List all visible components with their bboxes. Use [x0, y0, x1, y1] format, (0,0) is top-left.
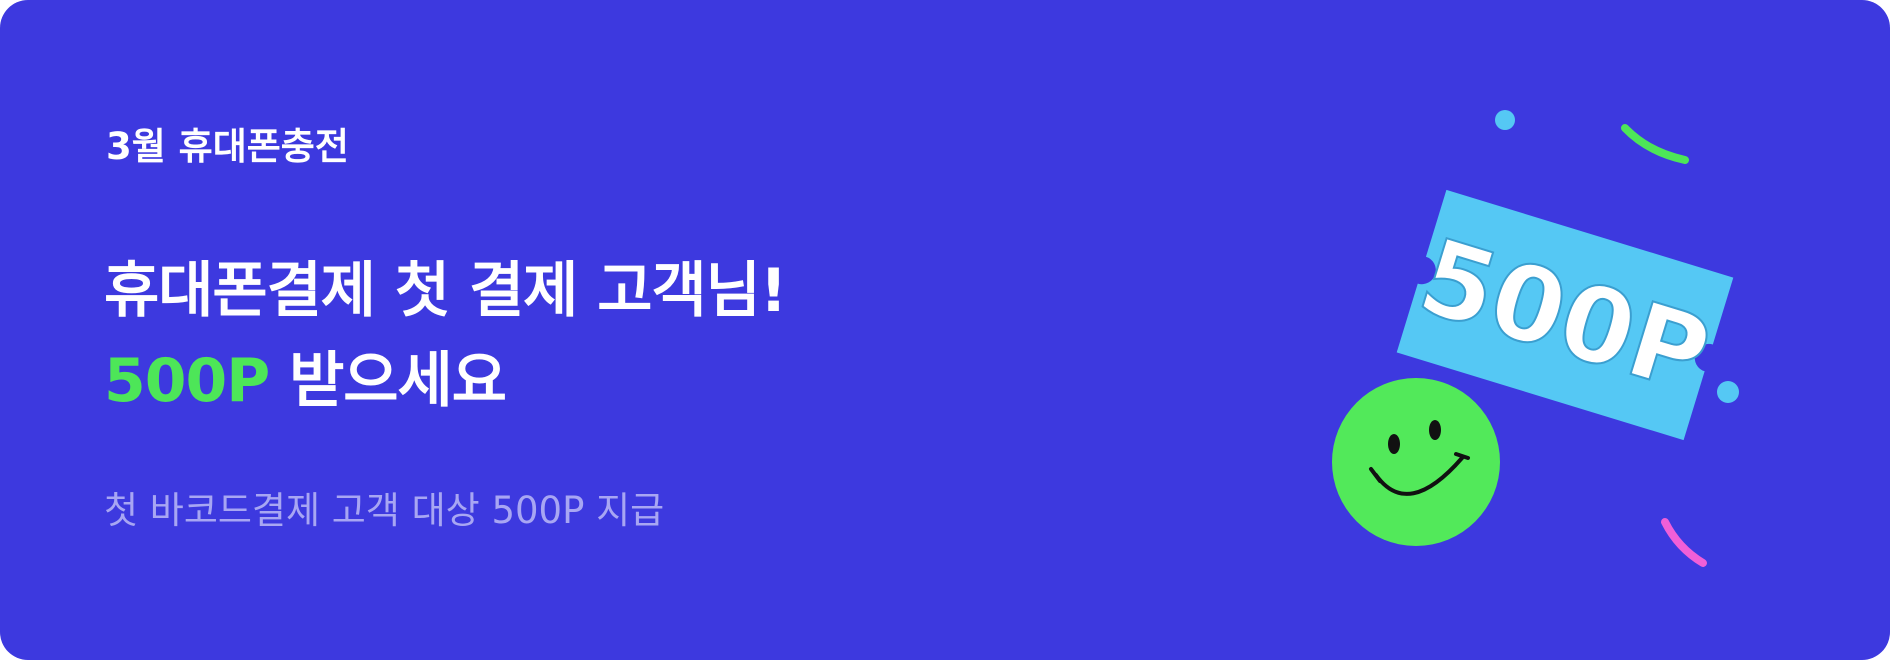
confetti-stroke-icon	[1661, 518, 1707, 567]
banner-eyebrow: 3월 휴대폰충전	[106, 125, 349, 168]
headline-line-1: 휴대폰결제 첫 결제 고객님!	[104, 256, 787, 326]
headline-rest: 받으세요	[289, 346, 507, 416]
banner-illustration: 500P	[1280, 60, 1840, 620]
confetti-dot-icon	[1495, 110, 1515, 130]
banner-subtitle: 첫 바코드결제 고객 대상 500P 지급	[104, 489, 665, 532]
smiley-face-icon	[1332, 378, 1500, 546]
banner-headline: 휴대폰결제 첫 결제 고객님! 500P 받으세요	[104, 246, 787, 426]
headline-line-2: 500P 받으세요	[104, 336, 786, 426]
confetti-dot-icon	[1717, 381, 1739, 403]
confetti-stroke-icon	[1621, 124, 1689, 164]
headline-points-accent: 500P	[104, 346, 270, 416]
promo-banner[interactable]: 3월 휴대폰충전 휴대폰결제 첫 결제 고객님! 500P 받으세요 첫 바코드…	[0, 0, 1890, 660]
